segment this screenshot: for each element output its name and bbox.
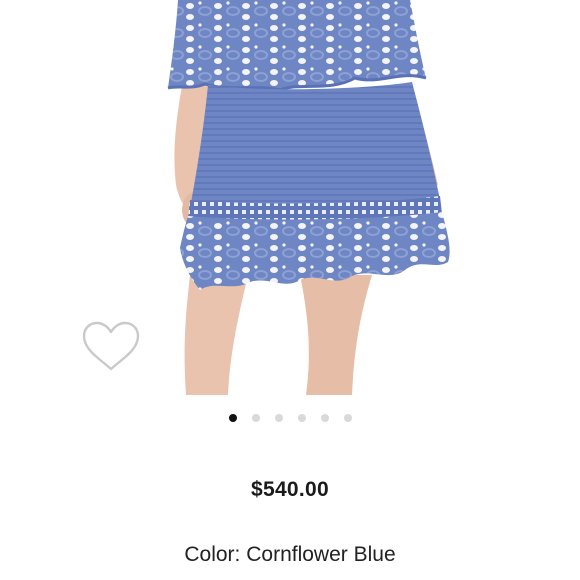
carousel-dot-5[interactable] [320,414,329,422]
carousel-dot-1[interactable] [228,414,237,422]
color-label: Color: [184,543,241,566]
color-value: Cornflower Blue [246,543,396,566]
carousel-dot-2[interactable] [251,414,260,422]
carousel-dot-6[interactable] [343,414,352,422]
product-screen: $540.00 Color: Cornflower Blue [0,0,580,580]
product-price: $540.00 [250,478,329,501]
product-color: Color: Cornflower Blue [0,543,580,567]
carousel-dot-4[interactable] [297,414,306,422]
heart-outline-icon[interactable] [80,320,142,372]
carousel-dot-3[interactable] [274,414,283,422]
carousel-pagination [0,414,580,426]
